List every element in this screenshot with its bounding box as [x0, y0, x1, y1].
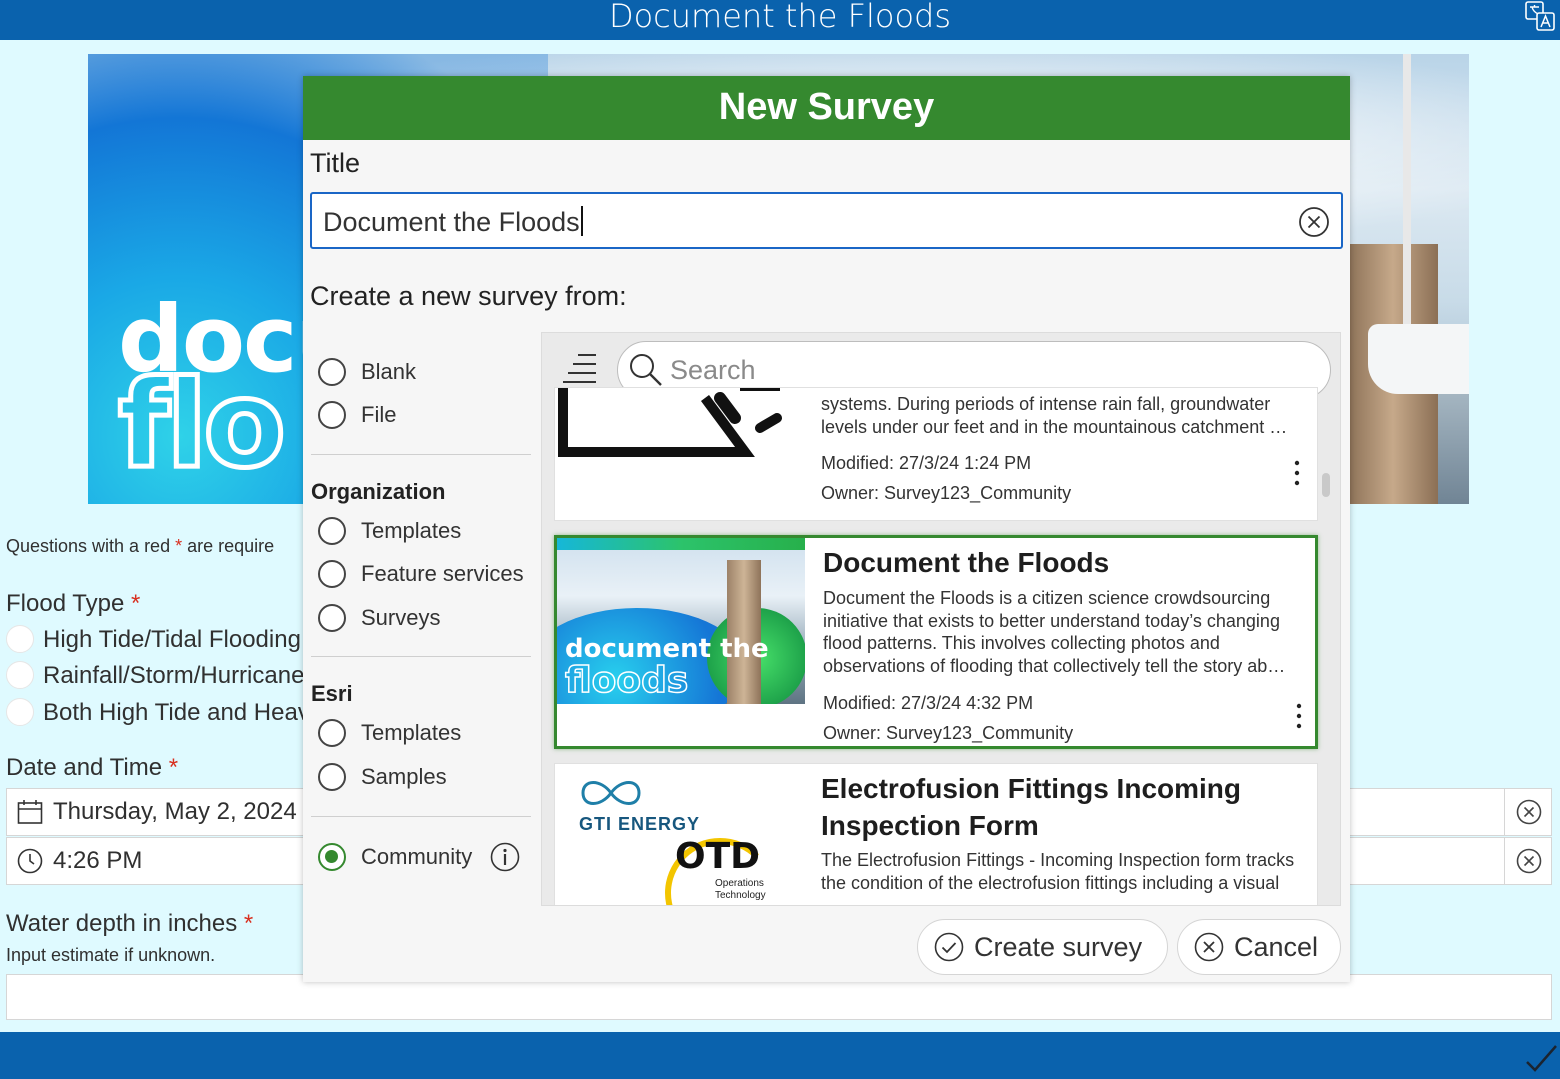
card-description: Document the Floods is a citizen science… [823, 588, 1286, 676]
radio-blank[interactable] [318, 358, 346, 386]
title-input-value: Document the Floods [323, 207, 580, 237]
radio-community[interactable] [318, 843, 346, 871]
clear-icon [1516, 799, 1541, 825]
create-survey-button[interactable]: Create survey [917, 919, 1168, 975]
calendar-icon [17, 800, 43, 824]
water-depth-hint: Input estimate if unknown. [6, 945, 216, 965]
thumb-brand: GTI ENERGY [579, 814, 701, 834]
search-input[interactable] [670, 350, 1310, 390]
app-title: Document the Floods [608, 0, 952, 35]
flood-type-option-2: Rainfall/Storm/Hurricane [43, 662, 305, 689]
option-file[interactable]: File [318, 400, 396, 430]
clear-icon [1516, 848, 1541, 874]
dialog-title: New Survey [718, 86, 935, 128]
esri-heading: Esri [311, 681, 353, 706]
survey-card-selected[interactable]: document the floods Document the Floods … [554, 535, 1318, 749]
more-icon[interactable] [1287, 458, 1307, 488]
card-description: The Electrofusion Fittings - Incoming In… [821, 850, 1295, 893]
flood-type-option-3: Both High Tide and Heav [43, 699, 310, 726]
sort-icon[interactable] [560, 349, 600, 389]
card-owner: Owner: Survey123_Community [823, 723, 1074, 743]
thumb-otd-sub2: Technology [715, 890, 766, 901]
date-clear-button[interactable] [1504, 789, 1552, 835]
cancel-circle-icon [1194, 932, 1224, 962]
top-bar: Document the Floods [0, 0, 1560, 40]
radio-esri-templates[interactable] [318, 719, 346, 747]
card-modified: Modified: 27/3/24 1:24 PM [821, 453, 1032, 473]
radio-org-surveys[interactable] [318, 604, 346, 632]
radio-org-feature-services[interactable] [318, 560, 346, 588]
flood-type-option-1: High Tide/Tidal Flooding [43, 626, 301, 653]
card-title: Electrofusion Fittings Incoming Inspecti… [821, 773, 1241, 841]
required-note: Questions with a red * are require [6, 536, 275, 556]
card-thumbnail: document the floods [557, 538, 805, 704]
thumb-logo-line2: floods [564, 659, 689, 702]
flood-type-radio-2[interactable] [6, 661, 34, 689]
clock-icon [17, 848, 43, 874]
card-description: systems. During periods of intense rain … [821, 394, 1288, 437]
water-depth-label: Water depth in inches * [6, 910, 254, 937]
bottom-bar [0, 1032, 1560, 1079]
translate-icon[interactable] [1524, 0, 1556, 32]
card-modified: Modified: 27/3/24 4:32 PM [823, 693, 1034, 713]
title-input[interactable]: Document the Floods [310, 192, 1343, 249]
survey-card[interactable]: GTI ENERGY OTD Operations Technology Ele… [554, 763, 1318, 905]
thumb-otd-sub: Operations [715, 878, 764, 889]
gallery-scrollbar[interactable] [1322, 473, 1330, 497]
option-community[interactable]: Community [318, 842, 520, 872]
flood-type-radio-1[interactable] [6, 625, 34, 653]
card-thumbnail: GTI ENERGY OTD Operations Technology [555, 764, 805, 905]
submit-check-icon[interactable] [1522, 1036, 1558, 1072]
organization-heading: Organization [311, 479, 446, 504]
survey-card[interactable]: systems. During periods of intense rain … [554, 387, 1318, 521]
card-owner: Owner: Survey123_Community [821, 483, 1072, 503]
option-esri-templates[interactable]: Templates [318, 718, 461, 748]
time-value: 4:26 PM [53, 847, 143, 874]
check-circle-icon [934, 932, 964, 962]
flood-type-label: Flood Type * [6, 590, 141, 617]
survey-gallery: systems. During periods of intense rain … [541, 332, 1341, 906]
info-icon[interactable] [490, 842, 520, 872]
datetime-label: Date and Time * [6, 754, 179, 781]
option-org-feature-services[interactable]: Feature services [318, 559, 524, 589]
new-survey-dialog: New Survey Title Document the Floods Cre… [303, 76, 1350, 982]
dialog-header: New Survey [303, 76, 1350, 140]
time-clear-button[interactable] [1504, 838, 1552, 884]
banner-logo-line2: flo [116, 354, 289, 498]
radio-esri-samples[interactable] [318, 763, 346, 791]
option-blank[interactable]: Blank [318, 357, 416, 387]
date-value: Thursday, May 2, 2024 [53, 798, 297, 825]
radio-org-templates[interactable] [318, 517, 346, 545]
cancel-button[interactable]: Cancel [1177, 919, 1341, 975]
gti-logo-icon [581, 781, 641, 805]
search-icon [630, 354, 662, 386]
clear-icon[interactable] [1298, 206, 1330, 238]
title-label: Title [310, 148, 361, 178]
option-esri-samples[interactable]: Samples [318, 762, 447, 792]
more-icon[interactable] [1289, 701, 1309, 731]
option-org-templates[interactable]: Templates [318, 516, 461, 546]
flood-type-radio-3[interactable] [6, 698, 34, 726]
option-org-surveys[interactable]: Surveys [318, 603, 440, 633]
radio-file[interactable] [318, 401, 346, 429]
create-from-label: Create a new survey from: [310, 281, 627, 311]
card-title: Document the Floods [823, 547, 1110, 578]
card-thumbnail [555, 388, 805, 520]
thumb-otd: OTD [675, 836, 761, 877]
